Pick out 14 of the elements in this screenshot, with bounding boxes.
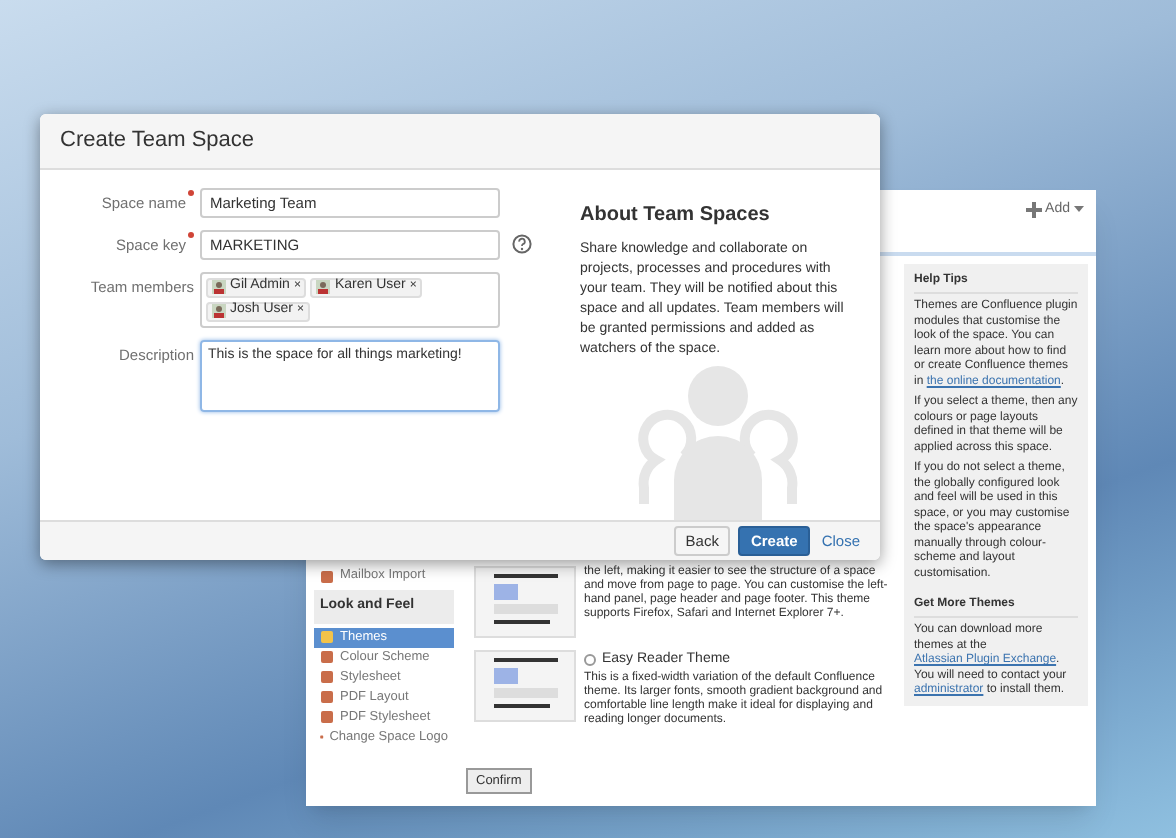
theme-thumbnail: [474, 566, 576, 638]
theme-thumbnail: [474, 650, 576, 722]
plus-icon: [1025, 202, 1042, 219]
help-icon[interactable]: [512, 234, 532, 255]
dialog-title: Create Team Space: [60, 126, 255, 157]
theme-radio[interactable]: [584, 654, 596, 667]
about-title: About Team Spaces: [580, 201, 772, 230]
menu-item-icon: [320, 569, 334, 583]
avatar-icon: [212, 280, 226, 295]
avatar-icon: [212, 304, 226, 319]
avatar-icon: [316, 280, 331, 295]
required-mark: [188, 231, 194, 238]
caret-icon: [1074, 206, 1084, 215]
required-mark: [188, 189, 194, 196]
